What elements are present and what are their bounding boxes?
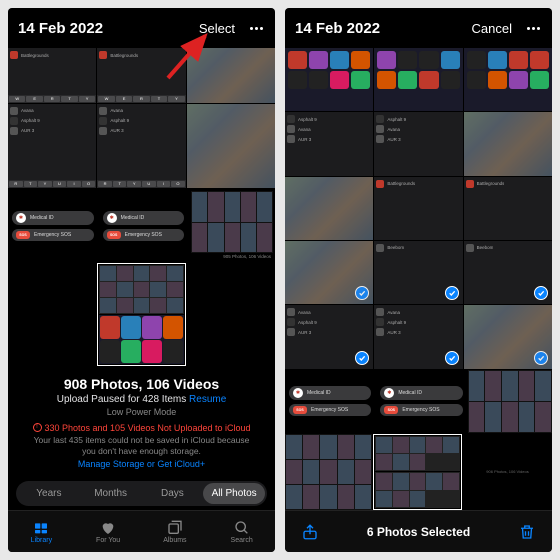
thumb[interactable]: [187, 104, 275, 189]
thumb-selected[interactable]: Avana Asphalt 9 AUR 3: [285, 305, 373, 368]
thumb[interactable]: [285, 434, 372, 510]
tab-albums[interactable]: Albums: [142, 511, 209, 552]
thumb[interactable]: [285, 177, 373, 240]
segment-years[interactable]: Years: [18, 483, 80, 504]
thumb[interactable]: Battlegrounds: [374, 177, 462, 240]
photo-grid[interactable]: Battlegrounds WERTY Battlegrounds WERTY …: [8, 48, 275, 366]
thumb[interactable]: [464, 112, 552, 175]
thumb[interactable]: 905 Photos, 106 Videos: [189, 189, 275, 262]
tab-library[interactable]: Library: [8, 511, 75, 552]
thumb[interactable]: Asphalt 9 Avana AUR 3: [374, 112, 462, 175]
thumb[interactable]: Asphalt 9 Avana AUR 3: [285, 112, 373, 175]
segment-all-photos[interactable]: All Photos: [203, 483, 265, 504]
tab-search[interactable]: Search: [208, 511, 275, 552]
photo-count: 908 Photos, 106 Videos: [20, 376, 263, 392]
thumb[interactable]: Avana Asphalt 9 AUR 3 RTYUIO: [97, 104, 185, 189]
photo-grid-selecting[interactable]: Asphalt 9 Avana AUR 3 Asphalt 9 Avana AU…: [285, 48, 552, 510]
check-icon: [355, 286, 369, 300]
header: 14 Feb 2022 Select: [8, 8, 275, 48]
resume-link[interactable]: Resume: [189, 394, 226, 405]
library-summary: 908 Photos, 106 Videos Upload Paused for…: [8, 366, 275, 477]
thumb[interactable]: [8, 263, 96, 366]
library-icon: [32, 520, 50, 536]
thumb-composite[interactable]: [373, 434, 462, 510]
time-segments[interactable]: Years Months Days All Photos: [16, 481, 267, 506]
thumb-selected[interactable]: Beebom: [464, 241, 552, 304]
thumb-selected[interactable]: Beebom: [374, 241, 462, 304]
tab-bar: Library For You Albums Search: [8, 510, 275, 552]
tab-for-you[interactable]: For You: [75, 511, 142, 552]
right-screenshot: 14 Feb 2022 Cancel Asphalt 9 Avana AUR 3…: [285, 8, 552, 552]
thumb-composite[interactable]: [97, 263, 185, 366]
thumb[interactable]: [187, 263, 275, 366]
cancel-button[interactable]: Cancel: [472, 21, 512, 36]
date-label: 14 Feb 2022: [295, 20, 380, 37]
thumb[interactable]: Battlegrounds WERTY: [97, 48, 185, 103]
check-icon: [534, 286, 548, 300]
selection-toolbar: 6 Photos Selected: [285, 510, 552, 552]
thumb[interactable]: ✱Medical ID SOSEmergency SOS: [8, 189, 98, 262]
left-screenshot: 14 Feb 2022 Select Battlegrounds WERTY B…: [8, 8, 275, 552]
selection-count: 6 Photos Selected: [367, 525, 470, 539]
icloud-warning: !330 Photos and 105 Videos Not Uploaded …: [20, 423, 263, 433]
check-icon: [355, 351, 369, 365]
more-icon[interactable]: [247, 19, 265, 37]
thumb[interactable]: ✱Medical ID SOSEmergency SOS: [99, 189, 189, 262]
heart-icon: [99, 520, 117, 536]
segment-days[interactable]: Days: [142, 483, 204, 504]
warning-icon: !: [33, 423, 42, 432]
thumb-selected[interactable]: [285, 241, 373, 304]
thumb[interactable]: ✱Medical ID SOSEmergency SOS: [376, 370, 466, 433]
thumb[interactable]: [285, 48, 373, 111]
thumb[interactable]: Battlegrounds WERTY: [8, 48, 96, 103]
select-button[interactable]: Select: [199, 21, 235, 36]
thumb[interactable]: Battlegrounds: [464, 177, 552, 240]
trash-icon[interactable]: [518, 523, 536, 541]
thumb[interactable]: Avana Asphalt 9 AUR 3 RTYUIO: [8, 104, 96, 189]
thumb-selected[interactable]: Avana Asphalt 9 AUR 3: [374, 305, 462, 368]
date-label: 14 Feb 2022: [18, 20, 103, 37]
segment-months[interactable]: Months: [80, 483, 142, 504]
thumb-selected[interactable]: [464, 305, 552, 368]
thumb[interactable]: [464, 48, 552, 111]
check-icon: [534, 351, 548, 365]
low-power-label: Low Power Mode: [20, 407, 263, 417]
share-icon[interactable]: [301, 523, 319, 541]
search-icon: [233, 520, 251, 536]
thumb[interactable]: [187, 48, 275, 103]
header: 14 Feb 2022 Cancel: [285, 8, 552, 48]
more-icon[interactable]: [524, 19, 542, 37]
thumb[interactable]: ✱Medical ID SOSEmergency SOS: [285, 370, 375, 433]
manage-storage-link[interactable]: Manage Storage or Get iCloud+: [20, 459, 263, 469]
albums-icon: [166, 520, 184, 536]
check-icon: [445, 286, 459, 300]
thumb[interactable]: [374, 48, 462, 111]
thumb[interactable]: [468, 370, 552, 433]
thumb[interactable]: 906 Photos, 106 Videos: [463, 434, 552, 510]
check-icon: [445, 351, 459, 365]
